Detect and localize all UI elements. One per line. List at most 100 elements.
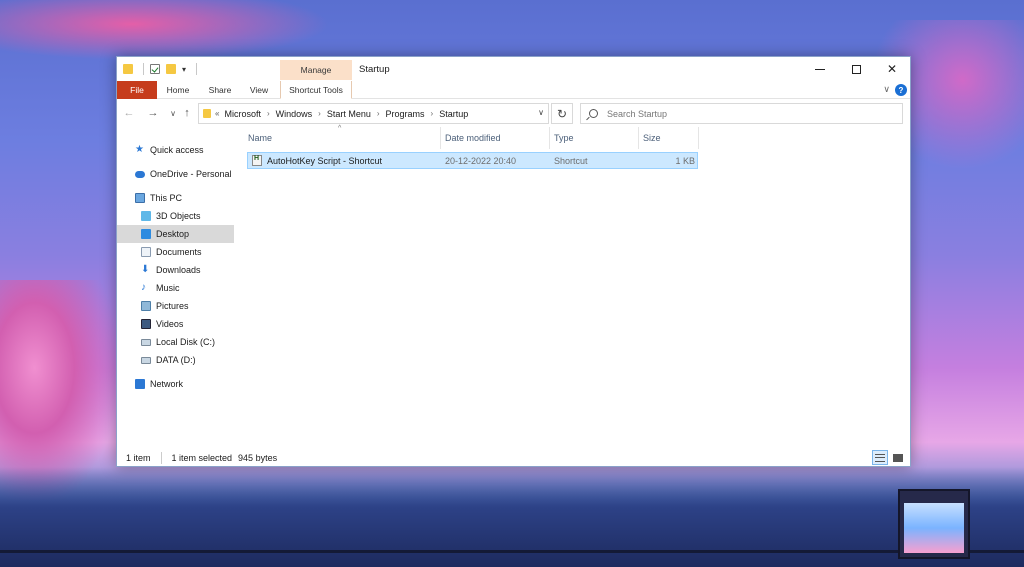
tab-view[interactable]: View: [241, 81, 277, 99]
toolbar-divider: [143, 63, 144, 75]
view-switcher: [872, 450, 906, 465]
maximize-icon: [851, 64, 861, 74]
picture-icon: [141, 301, 151, 311]
back-button[interactable]: ←: [121, 105, 137, 121]
sidebar-item-local-disk-c[interactable]: Local Disk (C:): [117, 333, 234, 351]
sidebar-item-videos[interactable]: Videos: [117, 315, 234, 333]
sidebar-item-quick-access[interactable]: ★ Quick access: [117, 141, 234, 159]
refresh-button[interactable]: ↻: [551, 103, 573, 124]
sidebar-item-this-pc[interactable]: This PC: [117, 189, 234, 207]
table-row[interactable]: AutoHotKey Script - Shortcut 20-12-2022 …: [247, 152, 698, 169]
sidebar-item-documents[interactable]: Documents: [117, 243, 234, 261]
minimize-icon: [815, 68, 825, 70]
computer-icon: [135, 193, 145, 203]
cloud-icon: [135, 170, 145, 178]
tab-file[interactable]: File: [117, 81, 157, 99]
sidebar-item-label: Network: [150, 379, 184, 389]
sidebar-item-downloads[interactable]: ⬇ Downloads: [117, 261, 234, 279]
status-bar: 1 item 1 item selected 945 bytes: [117, 448, 910, 468]
chevron-right-icon[interactable]: ›: [267, 109, 270, 118]
music-icon: ♪: [141, 282, 146, 293]
forward-button[interactable]: →: [145, 105, 161, 121]
shortcut-file-icon: [252, 155, 262, 166]
column-header-type[interactable]: Type: [550, 127, 639, 149]
chevron-right-icon[interactable]: ›: [318, 109, 321, 118]
breadcrumb-overflow[interactable]: «: [215, 109, 219, 118]
properties-icon[interactable]: [150, 64, 160, 74]
sidebar-item-desktop[interactable]: Desktop: [117, 225, 234, 243]
network-icon: [135, 379, 145, 389]
explorer-window: ▾ Manage Startup ✕ File Home Share View …: [116, 56, 911, 467]
minimize-button[interactable]: [802, 57, 838, 81]
wallpaper-railing: [0, 550, 1024, 553]
sidebar-item-label: OneDrive - Personal: [150, 169, 232, 179]
file-size: 1 KB: [675, 155, 695, 166]
sidebar-item-music[interactable]: ♪ Music: [117, 279, 234, 297]
sidebar-item-pictures[interactable]: Pictures: [117, 297, 234, 315]
address-bar[interactable]: « Microsoft › Windows › Start Menu › Pro…: [198, 103, 549, 124]
chevron-right-icon[interactable]: ›: [377, 109, 380, 118]
large-icons-view-icon: [893, 453, 903, 462]
sidebar-item-data-d[interactable]: DATA (D:): [117, 351, 234, 369]
tab-shortcut-tools[interactable]: Shortcut Tools: [280, 81, 352, 99]
new-folder-icon[interactable]: [166, 64, 176, 74]
folder-icon: [203, 109, 211, 118]
chevron-down-icon: ∨: [170, 108, 176, 118]
help-icon[interactable]: ?: [895, 84, 907, 96]
ribbon: File Home Share View Shortcut Tools ∨ ?: [117, 81, 910, 99]
sidebar-item-label: Documents: [156, 247, 202, 257]
arrow-right-icon: →: [147, 107, 159, 119]
search-box[interactable]: [580, 103, 903, 124]
address-dropdown-icon[interactable]: ∨: [538, 108, 544, 117]
breadcrumb-microsoft[interactable]: Microsoft: [224, 109, 261, 119]
navigation-pane: ★ Quick access OneDrive - Personal This …: [117, 127, 234, 447]
video-icon: [141, 319, 151, 329]
selection-count: 1 item selected: [171, 453, 233, 463]
sidebar-item-label: Desktop: [156, 229, 190, 239]
wallpaper-sky: [0, 0, 330, 60]
tab-home[interactable]: Home: [159, 81, 197, 99]
file-date-modified: 20-12-2022 20:40: [445, 155, 517, 166]
tab-share[interactable]: Share: [201, 81, 239, 99]
sidebar-item-onedrive[interactable]: OneDrive - Personal: [117, 165, 234, 183]
quick-access-toolbar: ▾: [123, 63, 198, 75]
maximize-button[interactable]: [838, 57, 874, 81]
folder-icon: [123, 64, 133, 74]
navigation-bar: ← → ∨ ↑ « Microsoft › Windows › Start Me…: [117, 101, 910, 125]
search-input[interactable]: [607, 108, 887, 119]
column-header-name[interactable]: ^ Name: [235, 125, 441, 149]
file-name: AutoHotKey Script - Shortcut: [267, 155, 383, 166]
sidebar-item-network[interactable]: Network: [117, 375, 234, 393]
desktop-icon: [141, 229, 151, 239]
expand-ribbon-icon[interactable]: ∨: [883, 84, 890, 95]
up-button[interactable]: ↑: [179, 105, 195, 121]
toolbar-divider: [196, 63, 198, 75]
status-divider: [160, 452, 162, 464]
title-bar: ▾ Manage Startup ✕: [117, 57, 910, 81]
sidebar-item-label: Quick access: [150, 145, 204, 155]
refresh-icon: ↻: [556, 106, 568, 121]
download-icon: ⬇: [141, 264, 150, 275]
sidebar-item-label: Music: [156, 283, 180, 293]
large-icons-view-button[interactable]: [890, 450, 906, 465]
column-header-size[interactable]: Size: [639, 127, 699, 149]
breadcrumb-start-menu[interactable]: Start Menu: [327, 109, 371, 119]
close-button[interactable]: ✕: [874, 57, 910, 81]
customize-toolbar-icon[interactable]: ▾: [182, 65, 186, 74]
sidebar-item-3d-objects[interactable]: 3D Objects: [117, 207, 234, 225]
sidebar-item-label: 3D Objects: [156, 211, 201, 221]
breadcrumb-startup[interactable]: Startup: [439, 109, 468, 119]
file-type: Shortcut: [554, 155, 588, 166]
sidebar-item-label: Videos: [156, 319, 184, 329]
window-title: Startup: [359, 64, 390, 75]
breadcrumb-programs[interactable]: Programs: [386, 109, 425, 119]
sidebar-item-label: Pictures: [156, 301, 189, 311]
breadcrumb-windows[interactable]: Windows: [276, 109, 313, 119]
selection-size: 945 bytes: [238, 453, 278, 463]
column-header-date-modified[interactable]: Date modified: [441, 127, 550, 149]
disk-icon: [141, 356, 151, 364]
chevron-right-icon[interactable]: ›: [431, 109, 434, 118]
search-icon: [589, 109, 598, 118]
details-view-button[interactable]: [872, 450, 888, 465]
arrow-left-icon: ←: [123, 107, 135, 119]
